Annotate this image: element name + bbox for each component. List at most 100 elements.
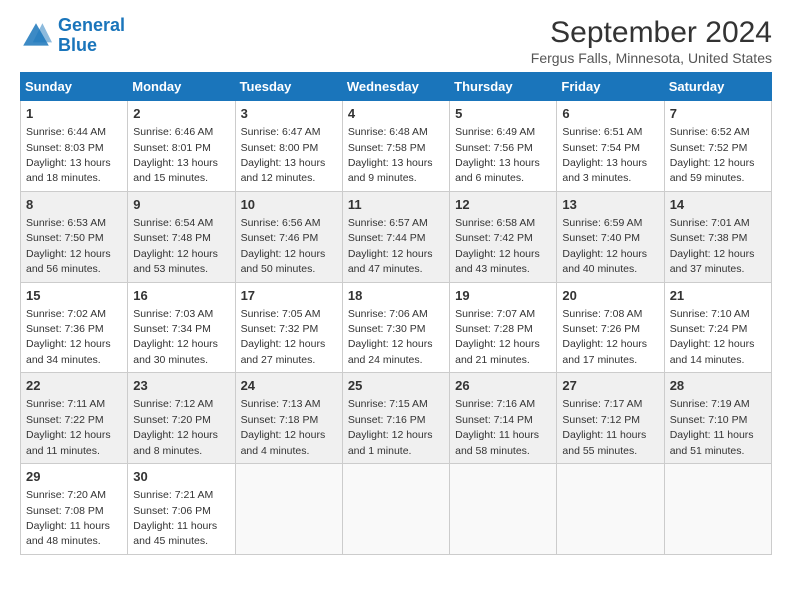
logo-text: General Blue [58, 16, 125, 56]
day-info: Sunrise: 7:07 AMSunset: 7:28 PMDaylight:… [455, 308, 540, 366]
day-number: 28 [670, 377, 766, 395]
day-number: 19 [455, 287, 551, 305]
table-row: 12Sunrise: 6:58 AMSunset: 7:42 PMDayligh… [450, 191, 557, 282]
day-info: Sunrise: 6:59 AMSunset: 7:40 PMDaylight:… [562, 217, 647, 275]
logo-line2: Blue [58, 35, 97, 55]
day-number: 25 [348, 377, 444, 395]
table-row: 26 Sunrise: 7:16 AMSunset: 7:14 PMDayligh… [450, 373, 557, 464]
calendar-table: Sunday Monday Tuesday Wednesday Thursday… [20, 72, 772, 555]
table-row: 29Sunrise: 7:20 AMSunset: 7:08 PMDayligh… [21, 464, 128, 555]
calendar-header-row: Sunday Monday Tuesday Wednesday Thursday… [21, 73, 772, 101]
day-number: 21 [670, 287, 766, 305]
table-row: 5 Sunrise: 6:49 AMSunset: 7:56 PMDaylight… [450, 101, 557, 192]
table-row: 27 Sunrise: 7:17 AMSunset: 7:12 PMDayligh… [557, 373, 664, 464]
table-row: 8 Sunrise: 6:53 AMSunset: 7:50 PMDaylight… [21, 191, 128, 282]
title-block: September 2024 Fergus Falls, Minnesota, … [531, 16, 772, 66]
day-info: Sunrise: 7:02 AMSunset: 7:36 PMDaylight:… [26, 308, 111, 366]
main-title: September 2024 [531, 16, 772, 50]
day-number: 11 [348, 196, 444, 214]
table-row: 17 Sunrise: 7:05 AMSunset: 7:32 PMDayligh… [235, 282, 342, 373]
day-number: 16 [133, 287, 229, 305]
table-row: 14Sunrise: 7:01 AMSunset: 7:38 PMDayligh… [664, 191, 771, 282]
table-row: 9 Sunrise: 6:54 AMSunset: 7:48 PMDaylight… [128, 191, 235, 282]
day-number: 20 [562, 287, 658, 305]
table-row: 23 Sunrise: 7:12 AMSunset: 7:20 PMDayligh… [128, 373, 235, 464]
day-number: 7 [670, 105, 766, 123]
day-info: Sunrise: 7:13 AMSunset: 7:18 PMDaylight:… [241, 398, 326, 456]
col-monday: Monday [128, 73, 235, 101]
day-number: 1 [26, 105, 122, 123]
day-info: Sunrise: 7:03 AMSunset: 7:34 PMDaylight:… [133, 308, 218, 366]
day-info: Sunrise: 6:48 AMSunset: 7:58 PMDaylight:… [348, 126, 433, 184]
table-row: 16 Sunrise: 7:03 AMSunset: 7:34 PMDayligh… [128, 282, 235, 373]
calendar-body: 1 Sunrise: 6:44 AMSunset: 8:03 PMDaylight… [21, 101, 772, 555]
day-info: Sunrise: 6:53 AMSunset: 7:50 PMDaylight:… [26, 217, 111, 275]
page: General Blue September 2024 Fergus Falls… [0, 0, 792, 612]
day-number: 22 [26, 377, 122, 395]
day-info: Sunrise: 7:20 AMSunset: 7:08 PMDaylight:… [26, 489, 110, 547]
table-row: 1 Sunrise: 6:44 AMSunset: 8:03 PMDaylight… [21, 101, 128, 192]
day-info: Sunrise: 7:08 AMSunset: 7:26 PMDaylight:… [562, 308, 647, 366]
table-row: 18 Sunrise: 7:06 AMSunset: 7:30 PMDayligh… [342, 282, 449, 373]
table-row: 30 Sunrise: 7:21 AMSunset: 7:06 PMDayligh… [128, 464, 235, 555]
table-row [235, 464, 342, 555]
table-row [450, 464, 557, 555]
day-info: Sunrise: 6:51 AMSunset: 7:54 PMDaylight:… [562, 126, 647, 184]
day-info: Sunrise: 6:54 AMSunset: 7:48 PMDaylight:… [133, 217, 218, 275]
table-row: 10 Sunrise: 6:56 AMSunset: 7:46 PMDayligh… [235, 191, 342, 282]
day-number: 4 [348, 105, 444, 123]
day-number: 6 [562, 105, 658, 123]
day-number: 5 [455, 105, 551, 123]
table-row: 11 Sunrise: 6:57 AMSunset: 7:44 PMDayligh… [342, 191, 449, 282]
col-wednesday: Wednesday [342, 73, 449, 101]
table-row: 25 Sunrise: 7:15 AMSunset: 7:16 PMDayligh… [342, 373, 449, 464]
day-info: Sunrise: 7:12 AMSunset: 7:20 PMDaylight:… [133, 398, 218, 456]
day-info: Sunrise: 7:10 AMSunset: 7:24 PMDaylight:… [670, 308, 755, 366]
col-tuesday: Tuesday [235, 73, 342, 101]
day-info: Sunrise: 6:52 AMSunset: 7:52 PMDaylight:… [670, 126, 755, 184]
day-number: 18 [348, 287, 444, 305]
col-friday: Friday [557, 73, 664, 101]
day-number: 17 [241, 287, 337, 305]
day-info: Sunrise: 6:44 AMSunset: 8:03 PMDaylight:… [26, 126, 111, 184]
logo-line1: General [58, 15, 125, 35]
table-row: 13 Sunrise: 6:59 AMSunset: 7:40 PMDayligh… [557, 191, 664, 282]
table-row [664, 464, 771, 555]
day-number: 26 [455, 377, 551, 395]
day-info: Sunrise: 6:46 AMSunset: 8:01 PMDaylight:… [133, 126, 218, 184]
day-number: 9 [133, 196, 229, 214]
table-row: 22Sunrise: 7:11 AMSunset: 7:22 PMDayligh… [21, 373, 128, 464]
day-info: Sunrise: 6:57 AMSunset: 7:44 PMDaylight:… [348, 217, 433, 275]
day-info: Sunrise: 6:49 AMSunset: 7:56 PMDaylight:… [455, 126, 540, 184]
day-number: 8 [26, 196, 122, 214]
table-row: 28Sunrise: 7:19 AMSunset: 7:10 PMDayligh… [664, 373, 771, 464]
day-info: Sunrise: 7:21 AMSunset: 7:06 PMDaylight:… [133, 489, 217, 547]
col-thursday: Thursday [450, 73, 557, 101]
table-row: 6 Sunrise: 6:51 AMSunset: 7:54 PMDaylight… [557, 101, 664, 192]
day-number: 27 [562, 377, 658, 395]
day-info: Sunrise: 6:47 AMSunset: 8:00 PMDaylight:… [241, 126, 326, 184]
logo-icon [20, 20, 52, 52]
table-row: 2 Sunrise: 6:46 AMSunset: 8:01 PMDaylight… [128, 101, 235, 192]
day-number: 23 [133, 377, 229, 395]
table-row: 7 Sunrise: 6:52 AMSunset: 7:52 PMDaylight… [664, 101, 771, 192]
day-info: Sunrise: 6:56 AMSunset: 7:46 PMDaylight:… [241, 217, 326, 275]
table-row: 3Sunrise: 6:47 AMSunset: 8:00 PMDaylight… [235, 101, 342, 192]
table-row: 19 Sunrise: 7:07 AMSunset: 7:28 PMDayligh… [450, 282, 557, 373]
day-info: Sunrise: 7:06 AMSunset: 7:30 PMDaylight:… [348, 308, 433, 366]
table-row: 24Sunrise: 7:13 AMSunset: 7:18 PMDayligh… [235, 373, 342, 464]
table-row: 20 Sunrise: 7:08 AMSunset: 7:26 PMDayligh… [557, 282, 664, 373]
table-row [557, 464, 664, 555]
subtitle: Fergus Falls, Minnesota, United States [531, 50, 772, 66]
day-number: 13 [562, 196, 658, 214]
day-info: Sunrise: 7:17 AMSunset: 7:12 PMDaylight:… [562, 398, 646, 456]
day-number: 10 [241, 196, 337, 214]
day-info: Sunrise: 7:15 AMSunset: 7:16 PMDaylight:… [348, 398, 433, 456]
day-number: 12 [455, 196, 551, 214]
table-row [342, 464, 449, 555]
day-info: Sunrise: 7:05 AMSunset: 7:32 PMDaylight:… [241, 308, 326, 366]
day-number: 2 [133, 105, 229, 123]
day-info: Sunrise: 7:16 AMSunset: 7:14 PMDaylight:… [455, 398, 539, 456]
day-number: 30 [133, 468, 229, 486]
table-row: 4 Sunrise: 6:48 AMSunset: 7:58 PMDaylight… [342, 101, 449, 192]
